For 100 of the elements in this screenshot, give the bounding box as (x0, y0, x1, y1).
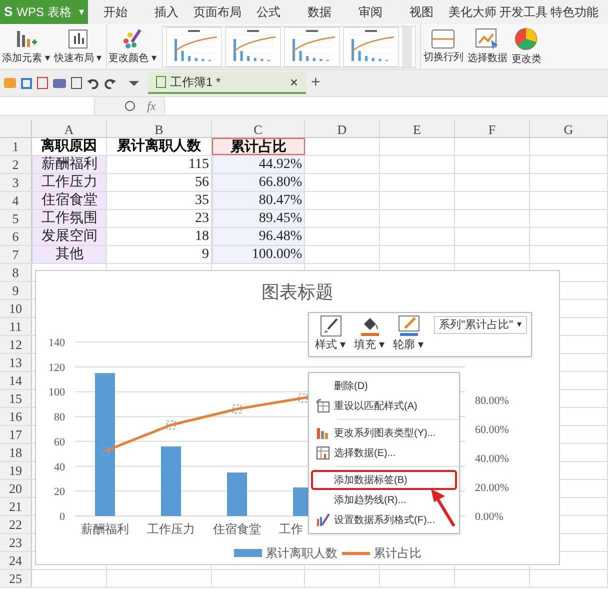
row-header[interactable]: 11 (0, 318, 32, 335)
menu-item[interactable]: 重设以匹配样式(A) (309, 396, 459, 416)
row-header[interactable]: 7 (0, 246, 32, 263)
row-header[interactable]: 6 (0, 228, 32, 245)
undo-icon[interactable] (87, 77, 99, 89)
redo-icon[interactable] (104, 77, 116, 89)
row-header[interactable]: 4 (0, 192, 32, 209)
document-tab[interactable]: 工作簿1 * × (148, 72, 306, 94)
row-header[interactable]: 24 (0, 552, 32, 569)
row-header[interactable]: 19 (0, 462, 32, 479)
document-title: 工作簿1 * (170, 74, 221, 91)
menu-tab[interactable]: 开发工具 (498, 3, 549, 21)
x-axis-label: 工作压力 (147, 522, 195, 536)
menu-item[interactable]: 更改系列图表类型(Y)... (309, 423, 459, 443)
menu-tab[interactable]: 特色功能 (549, 3, 600, 21)
table-cell: 工作氛围 (32, 210, 107, 227)
new-tab-button[interactable]: + (311, 71, 320, 95)
chart-style-thumbnail[interactable] (166, 26, 222, 66)
menu-tab[interactable]: 视图 (396, 3, 447, 21)
row-header[interactable]: 15 (0, 390, 32, 407)
row-header[interactable]: 2 (0, 156, 32, 173)
y-axis-label: 60 (54, 436, 65, 448)
menu-tab[interactable]: 美化大师 (447, 3, 498, 21)
ribbon-button[interactable]: 快速布局 ▾ (52, 24, 107, 69)
table-cell: 80.47% (212, 192, 305, 209)
app-logo: S (4, 3, 13, 22)
column-title-cell: 离职原因 (32, 138, 107, 155)
row-header[interactable]: 13 (0, 354, 32, 371)
switch-rows-icon (430, 28, 456, 50)
column-header[interactable]: G (530, 120, 608, 137)
ribbon-button[interactable]: 添加元素 ▾ (0, 24, 52, 69)
row-header[interactable]: 12 (0, 336, 32, 353)
x-axis-label: 薪酬福利 (81, 522, 129, 536)
menu-item[interactable]: 选择数据(E)... (309, 443, 459, 463)
ribbon-button[interactable]: 更改类 (509, 24, 544, 69)
chart-style-thumbnail[interactable] (343, 26, 400, 66)
menu-tab[interactable]: 页面布局 (192, 3, 243, 21)
format-button[interactable]: 填充 ▾ (352, 315, 388, 354)
row-header[interactable]: 3 (0, 174, 32, 191)
selection-handle-icon[interactable] (298, 394, 308, 402)
row-header[interactable]: 10 (0, 300, 32, 317)
series-select[interactable]: 系列"累计占比" ▾ (434, 316, 527, 334)
format-button[interactable]: 轮廓 ▾ (391, 315, 426, 354)
row-header[interactable]: 23 (0, 534, 32, 551)
menu-item[interactable]: 添加趋势线(R)... (309, 490, 459, 510)
menu-item[interactable]: 添加数据标签(B) (311, 470, 457, 490)
x-axis-label: 工作 (279, 522, 303, 536)
reset-table-icon (316, 399, 330, 413)
format-button[interactable]: 样式 ▾ (313, 315, 348, 354)
table-cell: 住宿食堂 (32, 192, 107, 209)
secondary-axis-label: 40.00% (475, 453, 509, 465)
row-header[interactable]: 21 (0, 498, 32, 515)
row-header[interactable]: 17 (0, 426, 32, 443)
selection-handle-icon[interactable] (232, 404, 242, 414)
ribbon-button[interactable]: 更改颜色 ▾ (106, 24, 158, 69)
ribbon-button[interactable]: 切换行列 (421, 24, 466, 69)
column-header[interactable]: F (455, 120, 530, 137)
close-icon[interactable]: × (290, 72, 298, 92)
table-cell: 89.45% (212, 210, 305, 227)
table-cell: 薪酬福利 (32, 156, 107, 173)
row-header[interactable]: 14 (0, 372, 32, 389)
chart-style-thumbnail[interactable] (225, 26, 282, 66)
y-axis-label: 0 (60, 511, 65, 520)
formula-input[interactable] (164, 97, 608, 115)
gallery-scrollbar[interactable] (402, 26, 412, 66)
column-header[interactable]: D (305, 120, 380, 137)
secondary-axis-label: 0.00% (475, 511, 504, 520)
table-cell: 工作压力 (32, 174, 107, 191)
row-header[interactable]: 18 (0, 444, 32, 461)
legend-label: 累计占比 (374, 545, 422, 562)
menu-tab[interactable]: 插入 (141, 3, 192, 21)
column-title-cell: 累计占比 (212, 138, 305, 155)
bar-chart-icon (316, 426, 330, 440)
row-header[interactable]: 9 (0, 282, 32, 299)
menu-tab[interactable]: 数据 (294, 3, 345, 21)
column-header[interactable]: E (380, 120, 455, 137)
chart-style-thumbnail[interactable] (284, 26, 340, 66)
secondary-axis-label: 80.00% (475, 395, 509, 407)
ribbon-button[interactable]: 选择数据 (465, 24, 510, 69)
row-header[interactable]: 1 (0, 138, 32, 155)
dropdown-caret-icon[interactable] (129, 80, 139, 86)
row-header[interactable]: 5 (0, 210, 32, 227)
row-header[interactable]: 20 (0, 480, 32, 497)
menu-tab[interactable]: 审阅 (345, 3, 396, 21)
row-header[interactable]: 8 (0, 264, 32, 281)
menu-tab[interactable]: 公式 (243, 3, 294, 21)
menu-tab[interactable]: 开始 (90, 3, 141, 21)
selection-handle-icon[interactable] (100, 446, 110, 456)
column-header[interactable]: B (107, 120, 212, 137)
column-header[interactable]: C (212, 120, 305, 137)
selection-handle-icon[interactable] (166, 420, 176, 430)
column-header[interactable]: A (32, 120, 107, 137)
row-header[interactable]: 16 (0, 408, 32, 425)
menu-item[interactable]: 删除(D) (309, 376, 459, 396)
row-header[interactable]: 25 (0, 570, 32, 587)
brush-icon (320, 315, 342, 338)
menu-item[interactable]: 设置数据系列格式(F)... (309, 510, 459, 530)
row-header[interactable]: 22 (0, 516, 32, 533)
app-name: WPS 表格 (16, 4, 72, 21)
function-label[interactable]: fx (147, 97, 156, 115)
